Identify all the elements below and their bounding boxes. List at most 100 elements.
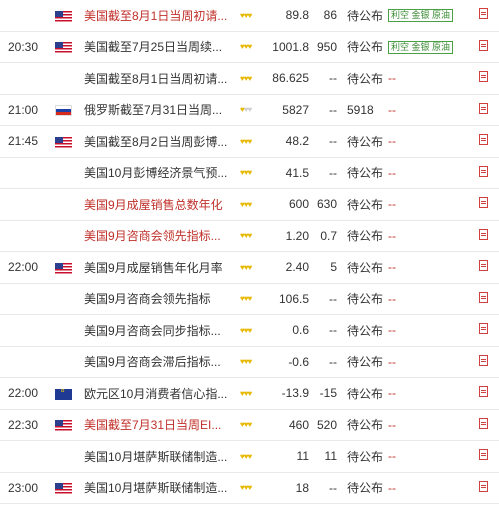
importance-stars: ♥♥♥ (238, 31, 270, 63)
indicator-name[interactable]: 欧元区10月消费者信心指... (80, 377, 238, 410)
actual-value: 待公布 (341, 346, 385, 378)
time-cell: 22:00 (0, 251, 46, 284)
star-icon: ♥ (247, 73, 253, 83)
table-row[interactable]: 美国截至8月1日当周初请... ♥♥♥ 89.8 86 待公布 利空 金银 原油 (0, 0, 499, 32)
document-icon[interactable] (478, 71, 488, 83)
actual-value: 待公布 (341, 251, 385, 284)
table-row[interactable]: 美国9月咨商会同步指标... ♥♥♥ 0.6 -- 待公布 -- (0, 314, 499, 347)
flag-cell (46, 377, 80, 410)
detail-cell[interactable] (467, 62, 499, 95)
star-icon: ♥ (247, 262, 253, 272)
detail-cell[interactable] (467, 251, 499, 284)
document-icon[interactable] (478, 386, 488, 398)
document-icon[interactable] (478, 323, 488, 335)
indicator-name[interactable]: 美国9月咨商会领先指标 (80, 283, 238, 315)
detail-cell[interactable] (467, 0, 499, 32)
effect-cell: -- (385, 220, 467, 252)
table-row[interactable]: 美国9月咨商会滞后指标... ♥♥♥ -0.6 -- 待公布 -- (0, 346, 499, 378)
table-row[interactable]: 20:30 美国截至7月25日当周续... ♥♥♥ 1001.8 950 待公布 利空 金银… (0, 31, 499, 63)
indicator-name[interactable]: 俄罗斯截至7月31日当周... (80, 94, 238, 126)
forecast-value: 630 (313, 188, 341, 221)
indicator-name[interactable]: 美国10月堪萨斯联储制造... (80, 440, 238, 473)
star-icon: ♥ (247, 10, 253, 20)
time-cell: 23:00 (0, 472, 46, 504)
time-cell (0, 440, 46, 473)
detail-cell[interactable] (467, 188, 499, 221)
indicator-name[interactable]: 美国9月成屋销售总数年化 (80, 188, 238, 221)
document-icon[interactable] (478, 228, 488, 240)
flag-cell (46, 0, 80, 32)
document-icon[interactable] (478, 134, 488, 146)
detail-cell[interactable] (467, 440, 499, 473)
table-row[interactable]: 22:30 美国截至7月31日当周EI... ♥♥♥ 460 520 待公布 -- (0, 409, 499, 441)
forecast-value: 520 (313, 409, 341, 441)
indicator-name[interactable]: 美国截至8月1日当周初请... (80, 0, 238, 32)
document-icon[interactable] (478, 260, 488, 272)
detail-cell[interactable] (467, 377, 499, 410)
table-row[interactable]: 美国9月咨商会领先指标... ♥♥♥ 1.20 0.7 待公布 -- (0, 220, 499, 252)
indicator-name[interactable]: 美国截至7月25日当周续... (80, 31, 238, 63)
document-icon[interactable] (478, 197, 488, 209)
table-row[interactable]: 22:00 欧元区10月消费者信心指...♥♥♥-13.9-15待公布-- (0, 377, 499, 410)
indicator-name[interactable]: 美国截至8月2日当周彭博... (80, 125, 238, 158)
indicator-name[interactable]: 美国9月咨商会领先指标... (80, 220, 238, 252)
star-icon: ♥ (247, 451, 253, 461)
detail-cell[interactable] (467, 94, 499, 126)
detail-cell[interactable] (467, 31, 499, 63)
document-icon[interactable] (478, 39, 488, 51)
detail-cell[interactable] (467, 283, 499, 315)
forecast-value: -- (313, 94, 341, 126)
time-cell (0, 157, 46, 189)
indicator-name[interactable]: 美国10月堪萨斯联储制造... (80, 472, 238, 504)
flag-cell (46, 314, 80, 347)
document-icon[interactable] (478, 449, 488, 461)
indicator-name[interactable]: 美国9月咨商会滞后指标... (80, 346, 238, 378)
indicator-name[interactable]: 美国截至8月1日当周初请... (80, 62, 238, 95)
detail-cell[interactable] (467, 472, 499, 504)
flag-cell (46, 409, 80, 441)
actual-value: 待公布 (341, 472, 385, 504)
detail-cell[interactable] (467, 220, 499, 252)
indicator-name[interactable]: 美国10月彭博经济景气预... (80, 157, 238, 189)
document-icon[interactable] (478, 8, 488, 20)
time-cell (0, 62, 46, 95)
table-row[interactable]: 美国10月彭博经济景气预... ♥♥♥ 41.5 -- 待公布 -- (0, 157, 499, 189)
table-row[interactable]: 美国10月堪萨斯联储制造... ♥♥♥ 11 11 待公布 -- (0, 440, 499, 473)
effect-cell: 利空 金银 原油 (385, 31, 467, 63)
document-icon[interactable] (478, 417, 488, 429)
previous-value: 1.20 (270, 220, 313, 252)
document-icon[interactable] (478, 165, 488, 177)
actual-value: 5918 (341, 94, 385, 126)
importance-stars: ♥♥♥ (238, 125, 270, 158)
table-row[interactable]: 21:45 美国截至8月2日当周彭博... ♥♥♥ 48.2 -- 待公布 -- (0, 125, 499, 158)
detail-cell[interactable] (467, 125, 499, 158)
effect-cell: -- (385, 157, 467, 189)
table-row[interactable]: 美国截至8月1日当周初请... ♥♥♥ 86.625 -- 待公布 -- (0, 62, 499, 95)
table-row[interactable]: 美国9月咨商会领先指标 ♥♥♥ 106.5 -- 待公布 -- (0, 283, 499, 315)
indicator-name[interactable]: 美国9月成屋销售年化月率 (80, 251, 238, 284)
star-icon: ♥ (247, 231, 253, 241)
table-row[interactable]: 美国9月成屋销售总数年化 ♥♥♥ 600 630 待公布 -- (0, 188, 499, 221)
importance-stars: ♥♥♥ (238, 409, 270, 441)
detail-cell[interactable] (467, 409, 499, 441)
importance-stars: ♥♥♥ (238, 251, 270, 284)
detail-cell[interactable] (467, 157, 499, 189)
flag-cell (46, 31, 80, 63)
table-row[interactable]: 21:00 俄罗斯截至7月31日当周... ♥♥♥ 5827 -- 5918 -- (0, 94, 499, 126)
importance-stars: ♥♥♥ (238, 62, 270, 95)
table-row[interactable]: 22:00 美国9月成屋销售年化月率 ♥♥♥ 2.40 5 待公布 -- (0, 251, 499, 284)
forecast-value: -- (313, 62, 341, 95)
document-icon[interactable] (478, 291, 488, 303)
time-cell (0, 314, 46, 347)
table-row[interactable]: 23:00 美国10月堪萨斯联储制造... ♥♥♥ 18 -- 待公布 -- (0, 472, 499, 504)
flag-cell (46, 472, 80, 504)
document-icon[interactable] (478, 480, 488, 492)
document-icon[interactable] (478, 354, 488, 366)
document-icon[interactable] (478, 102, 488, 114)
indicator-name[interactable]: 美国截至7月31日当周EI... (80, 409, 238, 441)
detail-cell[interactable] (467, 346, 499, 378)
indicator-name[interactable]: 美国9月咨商会同步指标... (80, 314, 238, 347)
detail-cell[interactable] (467, 314, 499, 347)
us-flag-icon (54, 42, 72, 54)
flag-cell (46, 440, 80, 473)
